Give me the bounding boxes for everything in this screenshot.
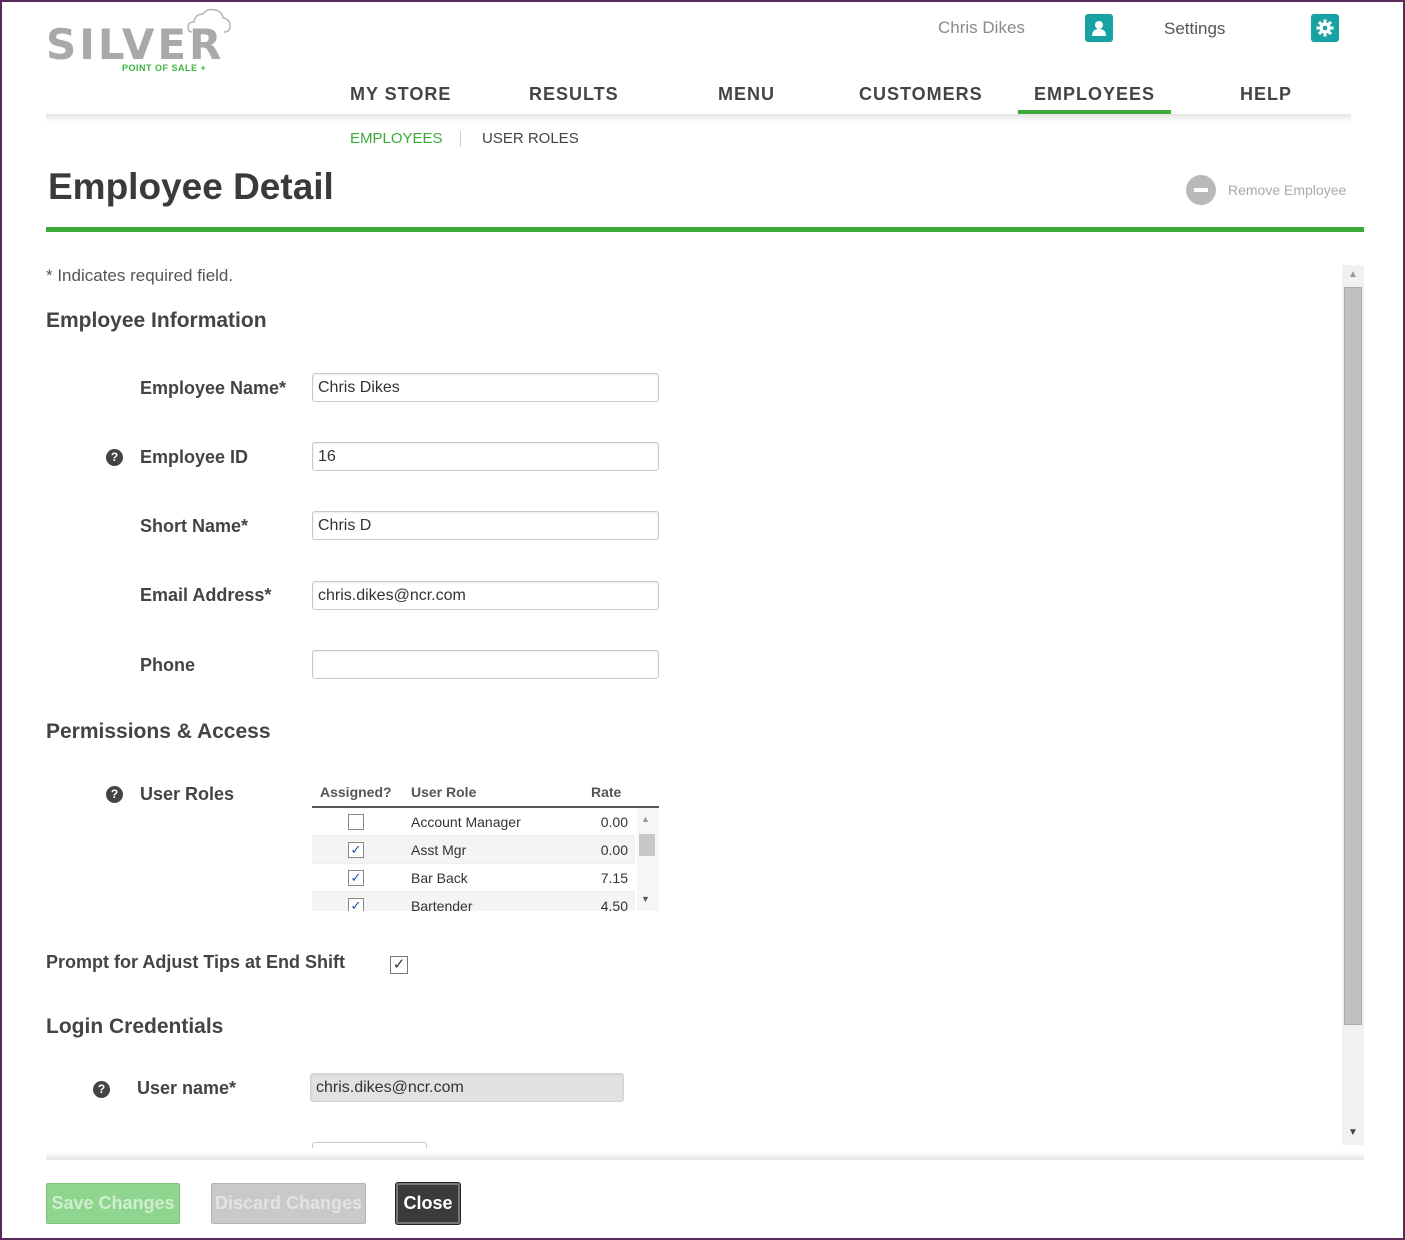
scroll-down-arrow-icon[interactable]: ▼ (641, 894, 650, 904)
settings-link[interactable]: Settings (1164, 19, 1225, 39)
role-rate[interactable]: 7.15 (601, 870, 628, 886)
phone-label: Phone (140, 655, 196, 675)
logo-tagline: POINT OF SALE + (122, 63, 207, 73)
question-circle-icon[interactable]: ? (93, 1081, 110, 1098)
username-input (310, 1073, 624, 1102)
role-name: Bartender (411, 898, 473, 911)
employee-name-input[interactable] (312, 373, 659, 402)
roles-scroll-thumb[interactable] (639, 834, 655, 856)
nav-customers[interactable]: CUSTOMERS (859, 84, 983, 105)
role-name: Account Manager (411, 814, 521, 830)
title-divider (46, 227, 1364, 232)
employee-info-heading: Employee Information (46, 309, 267, 332)
nav-my-store[interactable]: MY STORE (350, 84, 451, 105)
subnav-employees[interactable]: EMPLOYEES (350, 130, 443, 147)
column-rate[interactable]: Rate (591, 784, 621, 800)
question-circle-icon[interactable]: ? (106, 449, 123, 466)
nav-results[interactable]: RESULTS (529, 84, 619, 105)
short-name-input[interactable] (312, 511, 659, 540)
column-user-role[interactable]: User Role (411, 784, 476, 800)
nav-help[interactable]: HELP (1240, 84, 1292, 105)
nav-menu[interactable]: MENU (718, 84, 775, 105)
remove-employee-label: Remove Employee (1228, 182, 1347, 198)
user-name-link[interactable]: Chris Dikes (938, 18, 1025, 38)
footer-divider (46, 1152, 1364, 1160)
required-field-note: * Indicates required field. (46, 266, 234, 285)
remove-employee-button[interactable]: Remove Employee (1186, 175, 1346, 205)
user-roles-label: User Roles (140, 784, 235, 804)
employee-id-input[interactable] (312, 442, 659, 471)
content-scroll-thumb[interactable] (1344, 287, 1362, 1025)
page-title: Employee Detail (48, 166, 334, 207)
short-name-label: Short Name* (140, 516, 249, 536)
gear-icon[interactable] (1311, 14, 1339, 42)
scroll-up-arrow-icon[interactable]: ▲ (1348, 269, 1358, 280)
password-input-partial[interactable] (312, 1142, 427, 1148)
roles-table-header: Assigned? User Role Rate (312, 784, 659, 808)
role-assigned-checkbox[interactable] (348, 814, 364, 830)
role-assigned-checkbox[interactable]: ✓ (348, 898, 364, 911)
login-credentials-heading: Login Credentials (46, 1015, 224, 1038)
permissions-heading: Permissions & Access (46, 720, 271, 743)
content-scrollbar[interactable]: ▲ ▼ (1342, 265, 1364, 1145)
adjust-tips-checkbox[interactable]: ✓ (390, 956, 408, 974)
email-address-label: Email Address* (140, 585, 272, 605)
subnav-user-roles[interactable]: USER ROLES (482, 130, 579, 147)
role-assigned-checkbox[interactable]: ✓ (348, 870, 364, 886)
roles-scrollbar[interactable]: ▲ ▼ (637, 808, 659, 911)
person-icon[interactable] (1085, 14, 1113, 42)
question-circle-icon[interactable]: ? (106, 786, 123, 803)
table-row: Account Manager 0.00 (312, 808, 635, 836)
scroll-down-arrow-icon[interactable]: ▼ (1348, 1127, 1358, 1138)
employee-id-label: Employee ID (140, 447, 249, 467)
logo-wordmark: SILVER (46, 20, 225, 69)
nav-employees[interactable]: EMPLOYEES (1017, 84, 1172, 114)
close-button[interactable]: Close (396, 1183, 460, 1224)
subnav-separator (460, 131, 461, 147)
table-row: ✓ Bartender 4.50 (312, 892, 635, 911)
roles-table-body: Account Manager 0.00 ✓ Asst Mgr 0.00 ✓ B… (312, 808, 659, 911)
scroll-up-arrow-icon[interactable]: ▲ (641, 814, 650, 824)
employee-name-label: Employee Name* (140, 378, 287, 398)
phone-input[interactable] (312, 650, 659, 679)
adjust-tips-label: Prompt for Adjust Tips at End Shift (46, 952, 345, 972)
table-row: ✓ Bar Back 7.15 (312, 864, 635, 892)
main-nav: MY STORE RESULTS MENU CUSTOMERS EMPLOYEE… (0, 84, 1405, 116)
role-assigned-checkbox[interactable]: ✓ (348, 842, 364, 858)
email-address-input[interactable] (312, 581, 659, 610)
role-rate[interactable]: 0.00 (601, 842, 628, 858)
minus-circle-icon (1186, 175, 1216, 205)
silver-logo[interactable]: SILVER POINT OF SALE + (46, 6, 231, 76)
role-name: Bar Back (411, 870, 468, 886)
role-rate[interactable]: 0.00 (601, 814, 628, 830)
nav-divider (46, 114, 1351, 122)
column-assigned[interactable]: Assigned? (320, 784, 392, 800)
role-name: Asst Mgr (411, 842, 467, 858)
discard-changes-button[interactable]: Discard Changes (211, 1183, 366, 1224)
save-changes-button[interactable]: Save Changes (46, 1183, 180, 1224)
table-row: ✓ Asst Mgr 0.00 (312, 836, 635, 864)
role-rate[interactable]: 4.50 (601, 898, 628, 911)
username-label: User name* (137, 1078, 237, 1098)
